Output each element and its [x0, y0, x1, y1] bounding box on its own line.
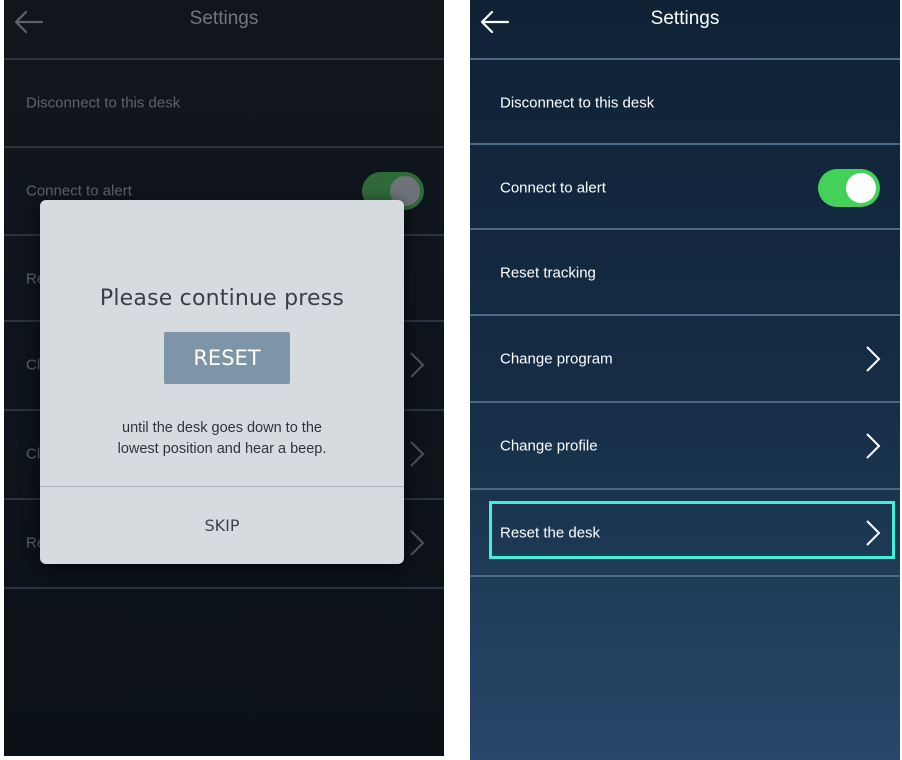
chevron-right-icon [866, 520, 881, 546]
row-label: Reset tracking [500, 264, 596, 282]
chevron-right-icon [410, 441, 425, 467]
row-label: Change profile [500, 437, 598, 455]
divider [470, 575, 900, 577]
right-settings-screen: Settings Disconnect to this desk Connect… [470, 0, 900, 760]
change-program-item[interactable]: Change program [470, 316, 900, 402]
skip-button[interactable]: SKIP [40, 487, 404, 564]
reset-instruction-dialog: Please continue press RESET until the de… [40, 200, 404, 564]
disconnect-desk-item[interactable]: Disconnect to this desk [470, 60, 900, 146]
toggle-knob [846, 173, 876, 203]
divider [4, 587, 444, 589]
row-label: Cl [26, 356, 41, 374]
reset-tracking-item[interactable]: Reset tracking [470, 230, 900, 316]
row-label: Disconnect to this desk [26, 94, 181, 112]
row-label: Connect to alert [26, 182, 132, 200]
row-label: Disconnect to this desk [500, 94, 655, 112]
chevron-right-icon [410, 530, 425, 556]
dialog-message-line: until the desk goes down to the [122, 420, 322, 436]
chevron-right-icon [410, 352, 425, 378]
connect-alert-item: Connect to alert [470, 145, 900, 231]
row-label: Connect to alert [500, 179, 606, 197]
page-title: Settings [650, 8, 720, 29]
disconnect-desk-item[interactable]: Disconnect to this desk [4, 60, 444, 146]
comparison-stage: Settings Disconnect to this desk Connect… [0, 0, 902, 760]
dialog-message: until the desk goes down to the lowest p… [60, 418, 384, 460]
page-title: Settings [189, 8, 259, 29]
row-label: Change program [500, 350, 613, 368]
settings-header: Settings [4, 0, 444, 58]
connect-alert-toggle[interactable] [818, 169, 880, 207]
reset-button[interactable]: RESET [164, 332, 290, 384]
settings-header: Settings [470, 0, 900, 58]
chevron-right-icon [866, 433, 881, 459]
row-label: Reset the desk [500, 524, 601, 542]
reset-desk-item[interactable]: Reset the desk [470, 490, 900, 576]
chevron-right-icon [866, 346, 881, 372]
left-settings-screen: Settings Disconnect to this desk Connect… [4, 0, 444, 756]
row-label: Cl [26, 445, 41, 463]
change-profile-item[interactable]: Change profile [470, 403, 900, 489]
dialog-message-line: lowest position and hear a beep. [117, 441, 327, 457]
dialog-title: Please continue press [99, 286, 345, 311]
